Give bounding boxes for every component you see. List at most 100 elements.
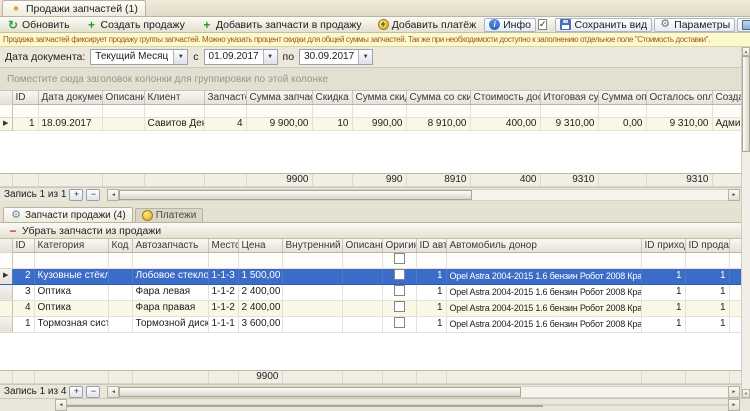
filter-cell[interactable]: [132, 252, 209, 269]
grid-cell[interactable]: 1: [685, 300, 730, 317]
grid-cell[interactable]: 3: [12, 284, 35, 301]
grid-cell[interactable]: [102, 117, 145, 131]
panel-hscrollbar[interactable]: ◄ ►: [0, 398, 750, 411]
grid-cell[interactable]: 1: [12, 316, 35, 333]
grid-cell[interactable]: [382, 284, 417, 301]
grid-cell[interactable]: 8 910,00: [406, 117, 471, 131]
filter-cell[interactable]: [108, 252, 133, 269]
column-header[interactable]: [729, 239, 742, 253]
screenshot-button[interactable]: Скриншот ▾: [737, 17, 750, 32]
column-header[interactable]: Сумма запчастей: [246, 91, 313, 105]
grid-cell[interactable]: [108, 300, 133, 317]
filter-cell[interactable]: [712, 104, 743, 118]
grid-cell[interactable]: Opel Astra 2004-2015 1.6 бензин Робот 20…: [446, 300, 642, 317]
grid-cell[interactable]: 9 310,00: [646, 117, 713, 131]
filter-cell[interactable]: [102, 104, 145, 118]
column-header[interactable]: Сумма скидки: [352, 91, 407, 105]
period-combobox[interactable]: Текущий Месяц ▼: [90, 49, 189, 65]
scroll-left-button[interactable]: ◄: [107, 385, 120, 398]
grid-cell[interactable]: 1: [641, 268, 686, 285]
grid-cell[interactable]: Оптика: [34, 300, 109, 317]
filter-cell[interactable]: [470, 104, 541, 118]
filter-cell[interactable]: [34, 252, 109, 269]
hscroll-track[interactable]: [119, 188, 728, 201]
filter-cell[interactable]: [641, 252, 686, 269]
original-checkbox[interactable]: [393, 252, 405, 264]
append-record-button[interactable]: +: [69, 188, 84, 201]
grid-cell[interactable]: 1 500,00: [238, 268, 283, 285]
delete-record-button[interactable]: −: [86, 385, 101, 398]
original-checkbox[interactable]: [393, 268, 405, 280]
filter-cell[interactable]: [282, 252, 343, 269]
filter-cell[interactable]: [12, 252, 35, 269]
grid-cell[interactable]: Лобовое стекло: [132, 268, 209, 285]
grid-cell[interactable]: Фара правая: [132, 300, 209, 317]
column-header[interactable]: ID прихода: [641, 239, 686, 253]
grid-cell[interactable]: 1: [685, 268, 730, 285]
remove-parts-button[interactable]: − Убрать запчасти из продажи: [3, 224, 165, 238]
tab-sales-document[interactable]: ● Продажи запчастей (1): [2, 0, 146, 16]
scroll-right-button[interactable]: ►: [728, 399, 740, 411]
grid-cell[interactable]: 4: [204, 117, 247, 131]
grid-cell[interactable]: 1-1-2: [208, 300, 239, 317]
filter-cell[interactable]: [646, 104, 713, 118]
combo-dropdown-icon[interactable]: ▼: [173, 50, 188, 64]
original-checkbox[interactable]: [393, 300, 405, 312]
grid-cell[interactable]: [282, 300, 343, 317]
column-header[interactable]: Внутренний код: [282, 239, 343, 253]
grid-cell[interactable]: 1: [685, 316, 730, 333]
grid-row[interactable]: ▶ 2 Кузовные стёкла Лобовое стекло 1-1-3 1 50…: [0, 268, 742, 285]
column-header[interactable]: Клиент: [144, 91, 205, 105]
original-checkbox[interactable]: [393, 316, 405, 328]
grid-cell[interactable]: [282, 316, 343, 333]
filter-cell[interactable]: [598, 104, 647, 118]
tab-sale-parts[interactable]: ⚙ Запчасти продажи (4): [3, 207, 133, 222]
scroll-left-button[interactable]: ◄: [107, 188, 120, 201]
grid-cell[interactable]: Оптика: [34, 284, 109, 301]
grid-cell[interactable]: 1-1-3: [208, 268, 239, 285]
filter-cell[interactable]: [729, 252, 742, 269]
grid-row[interactable]: ▶118.09.2017 Савитов Денис49 900,0010990,…: [0, 117, 743, 131]
hscroll-track[interactable]: [67, 404, 728, 407]
scroll-up-button[interactable]: ▲: [742, 47, 750, 56]
grid-cell[interactable]: Тормозной диск: [132, 316, 209, 333]
filter-cell[interactable]: [446, 252, 642, 269]
grid-cell[interactable]: 9 310,00: [540, 117, 599, 131]
grid-cell[interactable]: 1-1-2: [208, 284, 239, 301]
hscroll-thumb[interactable]: [67, 405, 543, 407]
grid-cell[interactable]: Кузовные стёкла: [34, 268, 109, 285]
date-to-input[interactable]: 30.09.2017 ▼: [299, 49, 374, 65]
grid-cell[interactable]: [108, 316, 133, 333]
column-header[interactable]: Автомобиль донор: [446, 239, 642, 253]
info-button[interactable]: i Инфо: [484, 17, 536, 32]
parameters-button[interactable]: ⚙ Параметры: [654, 17, 736, 32]
column-header[interactable]: Описание: [342, 239, 383, 253]
grid-cell[interactable]: 0,00: [598, 117, 647, 131]
column-header[interactable]: Описание: [102, 91, 145, 105]
grid-cell[interactable]: 2 400,00: [238, 284, 283, 301]
column-header[interactable]: Запчастей: [204, 91, 247, 105]
column-header[interactable]: Цена: [238, 239, 283, 253]
filter-cell[interactable]: [685, 252, 730, 269]
filter-cell[interactable]: [12, 104, 39, 118]
info-checkbox[interactable]: ✓: [537, 19, 548, 30]
grid-row[interactable]: 4 Оптика Фара правая 1-1-2 2 400,00 1 Opel Ast…: [0, 300, 742, 317]
grid-cell[interactable]: 1: [416, 300, 447, 317]
grid-cell[interactable]: 9 900,00: [246, 117, 313, 131]
hscroll-thumb[interactable]: [119, 189, 473, 200]
grid-cell[interactable]: 3 600,00: [238, 316, 283, 333]
parts-grid-hscrollbar[interactable]: ◄ ►: [107, 385, 740, 398]
filter-cell[interactable]: [540, 104, 599, 118]
grid-cell[interactable]: Савитов Денис: [144, 117, 205, 131]
column-header[interactable]: Сумма оплат: [598, 91, 647, 105]
grid-cell[interactable]: 1: [12, 117, 39, 131]
column-header[interactable]: Сумма со скидкой: [406, 91, 471, 105]
grid-cell[interactable]: Фара левая: [132, 284, 209, 301]
grid-cell[interactable]: Opel Astra 2004-2015 1.6 бензин Робот 20…: [446, 268, 642, 285]
group-by-panel[interactable]: Поместите сюда заголовок колонки для гру…: [0, 68, 750, 91]
grid-cell[interactable]: Opel Astra 2004-2015 1.6 бензин Робот 20…: [446, 284, 642, 301]
column-header[interactable]: Оригинал: [382, 239, 417, 253]
column-header[interactable]: Осталось оплатить: [646, 91, 713, 105]
filter-cell[interactable]: [382, 252, 417, 269]
grid-cell[interactable]: [729, 284, 742, 301]
